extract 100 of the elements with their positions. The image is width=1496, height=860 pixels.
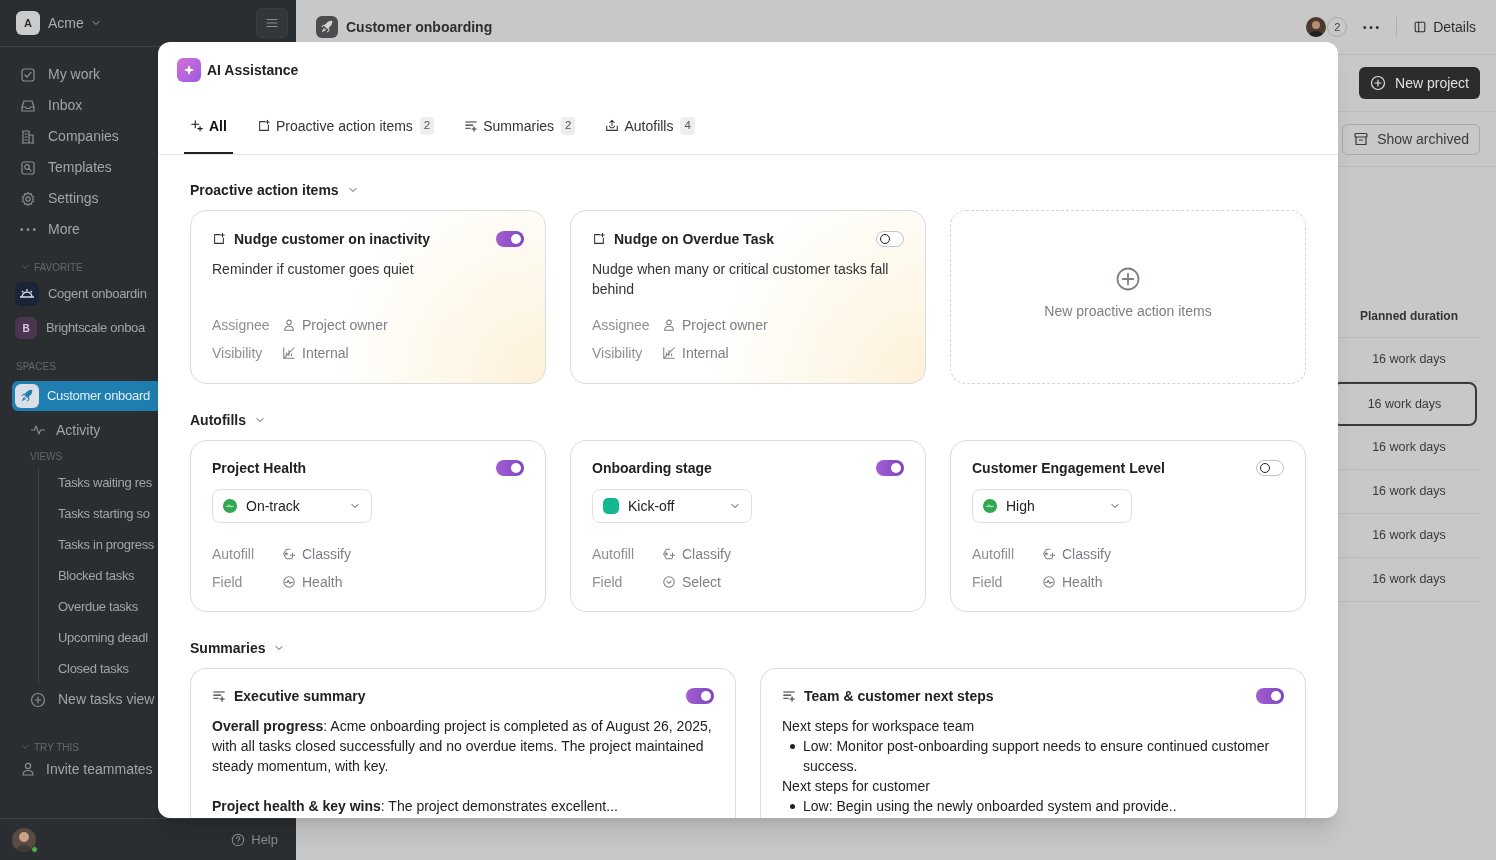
nudge-icon	[212, 232, 226, 246]
more-icon	[1363, 25, 1380, 29]
option-dropdown[interactable]: On-track	[212, 489, 372, 523]
card-description: Reminder if customer goes quiet	[212, 260, 415, 279]
rocket-icon	[20, 389, 34, 403]
section-heading: SPACES	[16, 359, 56, 374]
plus-circle-icon	[1370, 75, 1387, 91]
field-value: Project owner	[662, 314, 768, 336]
card-title: Nudge on Overdue Task	[614, 229, 774, 249]
new-project-button[interactable]: New project	[1359, 67, 1480, 99]
count-badge: 2	[561, 117, 576, 135]
plus-circle-icon	[1116, 266, 1140, 291]
card-title: Executive summary	[234, 686, 366, 706]
show-archived-button[interactable]: Show archived	[1342, 123, 1480, 155]
letter-avatar: B	[15, 317, 37, 339]
nudge-icon	[592, 232, 606, 246]
toggle-switch[interactable]	[1256, 688, 1284, 704]
autofill-card[interactable]: Project Health On-track Autofill Classify Field Health	[190, 440, 546, 612]
section-heading[interactable]: Autofills	[190, 409, 246, 431]
action-card[interactable]: Nudge on Overdue Task Nudge when many or critical customer tasks fall behind Assignee Project owner Visibility Internal	[570, 210, 926, 384]
tab[interactable]: Autofills 4	[599, 100, 701, 154]
option-dropdown[interactable]: Kick-off	[592, 489, 752, 523]
pulse-circle-icon	[1042, 575, 1056, 589]
tag-sparkle-icon	[282, 547, 296, 561]
field-label: Autofill	[592, 544, 636, 564]
pulse-circle-icon	[282, 575, 296, 589]
help-button[interactable]: Help	[231, 829, 278, 850]
toggle-switch[interactable]	[876, 231, 904, 247]
chevron-icon	[20, 742, 30, 752]
card-title: Nudge customer on inactivity	[234, 229, 431, 249]
nudge-icon	[256, 119, 271, 133]
help-icon	[231, 832, 246, 847]
tab[interactable]: Summaries 2	[458, 100, 582, 154]
toggle-switch[interactable]	[496, 231, 524, 247]
section-heading: VIEWS	[30, 449, 63, 464]
person-icon	[282, 318, 296, 332]
action-card[interactable]: Nudge customer on inactivity Reminder if customer goes quiet Assignee Project owner Visibility Internal	[190, 210, 546, 384]
summary-line: Next steps for workspace team	[782, 717, 976, 736]
archive-icon	[1353, 131, 1370, 147]
column-header: Planned duration	[1360, 307, 1458, 325]
field-label: Visibility	[592, 343, 644, 363]
count-badge: 2	[419, 117, 435, 135]
summary-icon	[782, 689, 796, 703]
template-icon	[20, 159, 36, 176]
tab[interactable]: All	[184, 100, 233, 154]
field-value: Internal	[662, 342, 729, 364]
member-avatar[interactable]	[1306, 17, 1327, 37]
field-label: Autofill	[212, 544, 256, 564]
chevron-icon	[20, 262, 30, 272]
field-value: Health	[1042, 571, 1103, 593]
menu-button[interactable]	[256, 8, 288, 38]
card-title: Customer Engagement Level	[972, 458, 1165, 478]
page-title: Customer onboarding	[346, 17, 493, 37]
checkbox-icon	[20, 66, 36, 83]
field-label: Autofill	[972, 544, 1016, 564]
summary-bullet: Low: Begin using the newly onboarded system and provide..	[803, 797, 1177, 816]
card-title: Team & customer next steps	[804, 686, 994, 706]
new-item-card[interactable]: New proactive action items	[950, 210, 1306, 384]
autofill-card[interactable]: Onboarding stage Kick-off Autofill Classify Field Select	[570, 440, 926, 612]
toggle-switch[interactable]	[876, 460, 904, 476]
details-button[interactable]: Details	[1413, 16, 1476, 38]
field-value: Select	[662, 571, 721, 593]
summary-card[interactable]	[190, 668, 736, 818]
card-title: Onboarding stage	[592, 458, 712, 478]
summary-paragraph: Overall progress: Acme onboarding project is completed as of August 26, 2025, with all tasks closed successfully and no overdue items. The project maintained steady momentum, with key.	[212, 717, 713, 776]
field-value: Classify	[662, 543, 731, 565]
summary-paragraph: Project health & key wins: The project demonstrates excellent...	[212, 797, 619, 816]
person-icon	[20, 761, 36, 777]
field-label: Assignee	[592, 315, 651, 335]
workspace-switcher[interactable]: Acme	[48, 12, 102, 34]
plus-circle-icon	[30, 691, 46, 708]
field-value: Project owner	[282, 314, 388, 336]
count-badge: 4	[680, 117, 695, 135]
field-value: Health	[282, 571, 343, 593]
workspace-avatar: A	[16, 11, 40, 35]
panel-icon	[1413, 20, 1428, 34]
section-heading[interactable]: Summaries	[190, 637, 266, 659]
field-label: Field	[592, 572, 624, 592]
inbox-icon	[20, 97, 36, 114]
tag-sparkle-icon	[1042, 547, 1056, 561]
toggle-switch[interactable]	[1256, 460, 1284, 476]
user-avatar[interactable]	[12, 827, 36, 852]
section-heading: TRY THIS	[34, 740, 79, 755]
toggle-switch[interactable]	[686, 688, 714, 704]
option-dropdown[interactable]: High	[972, 489, 1132, 523]
card-title: Project Health	[212, 458, 307, 478]
more-icon	[20, 228, 36, 231]
summary-icon	[212, 689, 226, 703]
building-icon	[20, 128, 36, 145]
autofill-card[interactable]: Customer Engagement Level High Autofill Classify Field Health	[950, 440, 1306, 612]
field-label: Field	[212, 572, 244, 592]
field-value: Classify	[282, 543, 351, 565]
summary-card[interactable]	[760, 668, 1306, 818]
tag-sparkle-icon	[662, 547, 676, 561]
toggle-switch[interactable]	[496, 460, 524, 476]
section-heading: FAVORITE	[34, 260, 83, 275]
more-button[interactable]	[1363, 25, 1380, 29]
hidden-chart-icon	[282, 346, 296, 360]
field-value: Classify	[1042, 543, 1111, 565]
modal-title: AI Assistance	[207, 60, 299, 80]
